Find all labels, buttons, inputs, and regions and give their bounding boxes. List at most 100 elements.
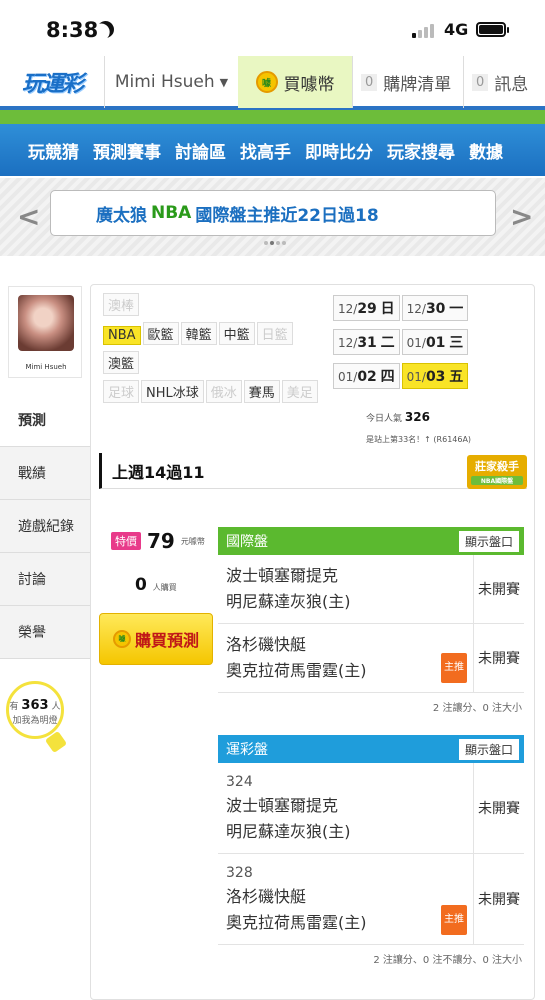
show-odds-button[interactable]: 顯示盤口 (458, 738, 519, 760)
lamp-count: 363 (21, 698, 49, 713)
buy-coins-button[interactable]: 噱 買噱幣 (238, 56, 352, 108)
date-weekday: 二 (380, 335, 395, 351)
buyer-count: 0 人購買 (135, 575, 177, 595)
message-count: 0 (472, 73, 489, 91)
sidebar-item-honors[interactable]: 榮譽 (0, 606, 90, 659)
lamp-caption: 加我為明燈 (12, 716, 58, 726)
nav-item-play[interactable]: 玩競猜 (28, 138, 79, 163)
game-number: 324 (226, 774, 253, 790)
game-row[interactable]: 328 洛杉磯快艇 奧克拉荷馬雷霆(主) 主推 未開賽 (218, 854, 524, 945)
announcement-text-b: 國際盤主推近22日過18 (195, 205, 379, 226)
sport-tab[interactable]: NBA (103, 326, 141, 345)
show-odds-button[interactable]: 顯示盤口 (458, 530, 519, 552)
cart-link[interactable]: 0 購牌清單 (352, 56, 463, 108)
buy-prediction-button[interactable]: 噱 購買預測 (99, 613, 213, 665)
game-teams: 324 波士頓塞爾提克 明尼蘇達灰狼(主) (218, 763, 473, 853)
chevron-left-icon[interactable]: < (17, 200, 40, 233)
user-name: Mimi Hsueh (114, 72, 215, 92)
user-menu[interactable]: Mimi Hsueh ▼ (104, 56, 238, 108)
nav-item-player-search[interactable]: 玩家搜尋 (387, 138, 455, 163)
sport-tab[interactable]: 中籃 (218, 322, 255, 345)
market-header: 運彩盤 顯示盤口 (218, 735, 524, 763)
sport-tab[interactable]: 賽馬 (243, 380, 280, 403)
date-month: 12/ (338, 302, 358, 316)
site-logo[interactable]: 玩運彩 (0, 56, 104, 108)
prediction-panel: 澳棒 NBA 歐籃 韓籃 中籃 日籃 澳籃 足球 NHL冰球 俄冰 賽馬 美足 12/29 日 12/3… (90, 284, 535, 1000)
coin-icon: 噱 (112, 630, 131, 648)
nav-item-predict[interactable]: 預測賽事 (93, 138, 161, 163)
game-row[interactable]: 洛杉磯快艇 奧克拉荷馬雷霆(主) 主推 未開賽 (218, 624, 524, 693)
date-tab[interactable]: 01/02 四 (333, 363, 400, 389)
buy-prediction-label: 購買預測 (134, 631, 199, 650)
away-team: 波士頓塞爾提克 (226, 566, 339, 585)
date-tab[interactable]: 01/03 五 (401, 363, 469, 389)
market-title: 運彩盤 (226, 742, 268, 758)
sport-tab[interactable]: NHL冰球 (141, 380, 204, 403)
date-weekday: 三 (449, 335, 464, 351)
game-status: 未開賽 (473, 624, 524, 692)
sidebar-item-game-history[interactable]: 遊戲紀錄 (0, 500, 90, 553)
international-market: 國際盤 顯示盤口 波士頓塞爾提克 明尼蘇達灰狼(主) 未開賽 洛杉磯快艇 奧克拉荷馬雷霆(主… (218, 527, 524, 720)
date-day: 30 (425, 301, 446, 317)
avatar (18, 295, 74, 351)
game-row[interactable]: 波士頓塞爾提克 明尼蘇達灰狼(主) 未開賽 (218, 555, 524, 624)
sport-tab[interactable]: 韓籃 (180, 322, 217, 345)
sale-badge: 特價 (111, 532, 141, 550)
sport-tab[interactable]: 澳棒 (103, 293, 140, 316)
network-label: 4G (444, 20, 469, 39)
game-status: 未開賽 (473, 854, 524, 944)
lamp-suffix: 人 (51, 702, 61, 712)
announcement-link[interactable]: 廣太狼 NBA 國際盤主推近22日過18 (50, 190, 496, 236)
date-month: 12/ (406, 302, 426, 316)
sport-tab[interactable]: 足球 (103, 380, 140, 403)
coin-icon: 噱 (255, 71, 278, 93)
date-tab[interactable]: 12/29 日 (333, 295, 400, 321)
date-day: 01 (425, 335, 446, 351)
header-divider (0, 110, 545, 124)
game-teams: 洛杉磯快艇 奧克拉荷馬雷霆(主) 主推 (218, 624, 473, 692)
nav-item-forum[interactable]: 討論區 (175, 138, 226, 163)
away-team: 波士頓塞爾提克 (226, 796, 339, 815)
follow-lamp-button[interactable]: 有 363 人 加我為明燈 (6, 681, 64, 739)
sport-tab[interactable]: 俄冰 (205, 380, 242, 403)
date-day: 02 (357, 369, 377, 385)
buyer-number: 0 (135, 575, 147, 595)
top-header: 玩運彩 Mimi Hsueh ▼ 噱 買噱幣 0 購牌清單 0 訊息 (0, 56, 545, 110)
game-number: 328 (226, 865, 253, 881)
sidebar-item-discussion[interactable]: 討論 (0, 553, 90, 606)
popularity: 今日人氣 326 (366, 410, 430, 424)
sidebar-item-predictions[interactable]: 預測 (0, 394, 90, 447)
home-team: 奧克拉荷馬雷霆(主) (226, 913, 367, 932)
game-status: 未開賽 (473, 555, 524, 623)
popularity-label: 今日人氣 (366, 414, 403, 424)
date-tab[interactable]: 12/31 二 (333, 329, 400, 355)
main-pick-badge: 主推 (441, 653, 467, 683)
date-tab[interactable]: 01/01 三 (401, 329, 469, 355)
date-tab[interactable]: 12/30 一 (401, 295, 469, 321)
bet-summary: 2 注讓分、0 注大小 (432, 703, 522, 714)
last-week-record: 上週14過11 (99, 453, 527, 489)
sport-tab[interactable]: 日籃 (256, 322, 293, 345)
messages-link[interactable]: 0 訊息 (463, 56, 545, 108)
date-selector: 12/29 日 12/30 一12/31 二 01/01 三01/02 四 01/03… (333, 295, 529, 397)
chevron-right-icon[interactable]: > (510, 200, 533, 233)
sidebar-item-record[interactable]: 戰績 (0, 447, 90, 500)
nav-item-livescore[interactable]: 即時比分 (305, 138, 373, 163)
game-row[interactable]: 324 波士頓塞爾提克 明尼蘇達灰狼(主) 未開賽 (218, 763, 524, 854)
signal-icon (412, 22, 434, 38)
game-teams: 波士頓塞爾提克 明尼蘇達灰狼(主) (218, 555, 473, 623)
profile-sidebar: 預測 戰績 遊戲紀錄 討論 榮譽 (0, 394, 90, 659)
announcement-nba: NBA (151, 203, 192, 223)
cart-label: 購牌清單 (383, 74, 452, 95)
profile-name: Mimi Hsueh (25, 363, 67, 371)
nav-item-stats[interactable]: 數據 (469, 138, 503, 163)
sport-tab[interactable]: 澳籃 (103, 351, 140, 374)
sport-tab[interactable]: 美足 (281, 380, 318, 403)
price-unit: 元噱幣 (180, 536, 205, 546)
nav-item-experts[interactable]: 找高手 (240, 138, 291, 163)
profile-card[interactable]: Mimi Hsueh (8, 286, 82, 378)
home-team: 奧克拉荷馬雷霆(主) (226, 661, 367, 680)
caret-down-icon: ▼ (219, 75, 229, 89)
sport-tab[interactable]: 歐籃 (142, 322, 179, 345)
bet-summary: 2 注讓分、0 注不讓分、0 注大小 (373, 955, 522, 966)
